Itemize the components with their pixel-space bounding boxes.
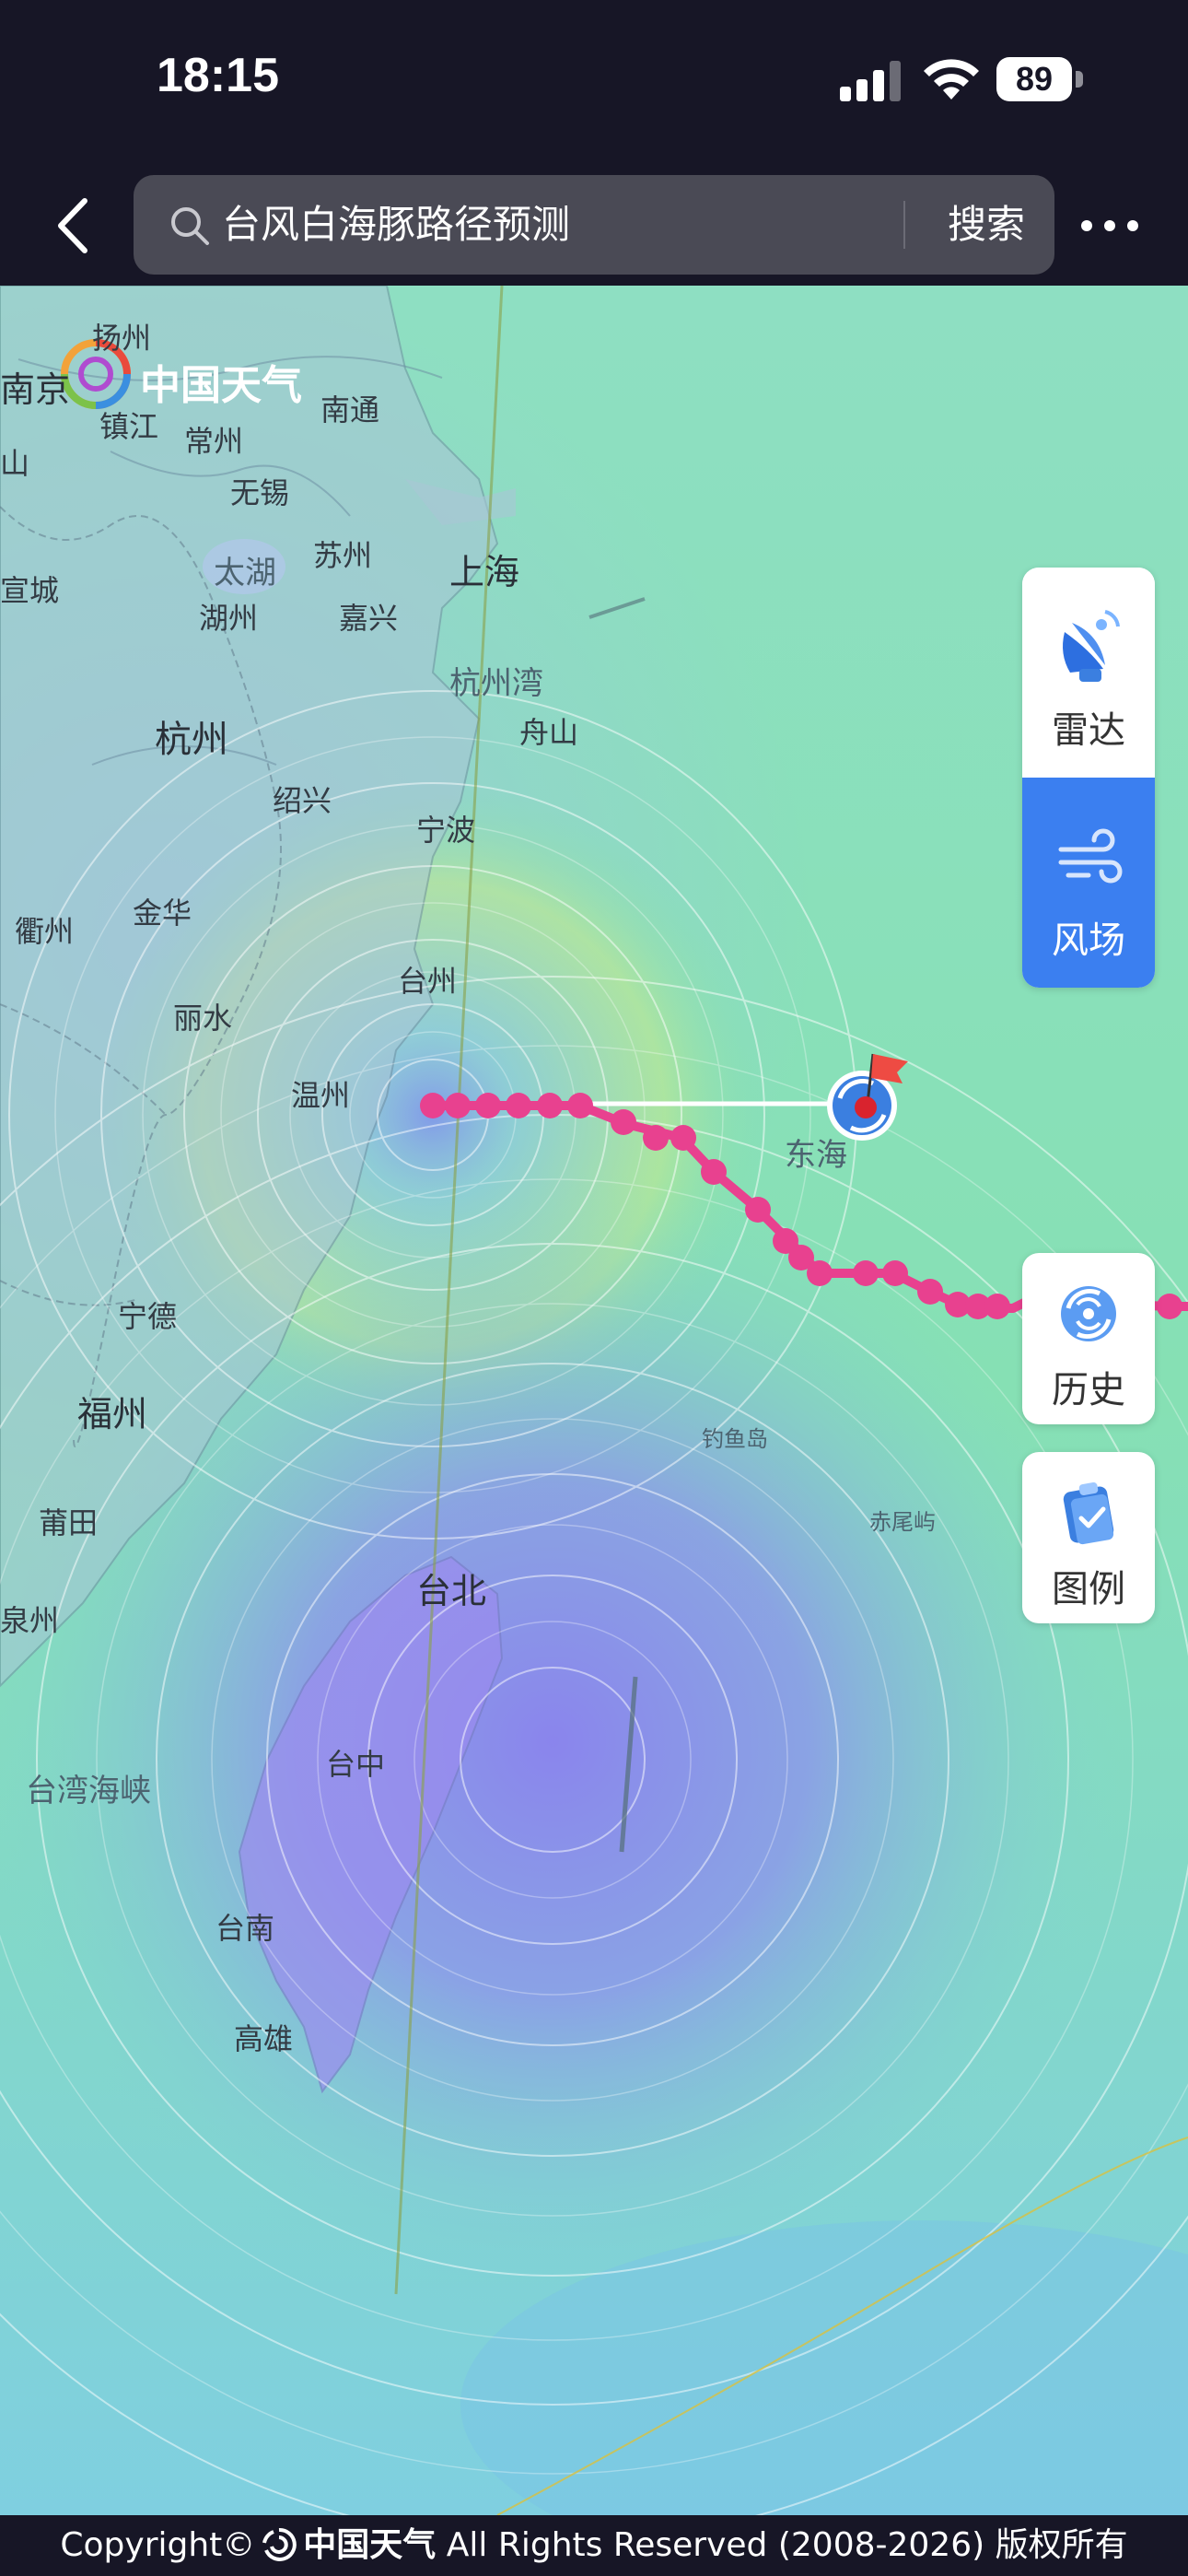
search-button[interactable]: 搜索 — [931, 197, 1042, 252]
city-label-yangzhou: 扬州 — [92, 321, 152, 356]
top-bar: 台风白海豚路径预测 搜索 — [0, 166, 1188, 286]
city-label-ningbo: 宁波 — [416, 813, 476, 848]
city-label-fuzhou: 福州 — [77, 1394, 148, 1434]
city-label-nanjing: 南京 — [0, 369, 71, 410]
city-label-ningde: 宁德 — [118, 1299, 178, 1334]
city-label-putian: 莆田 — [39, 1505, 99, 1540]
map-label-taihu: 太湖 — [214, 555, 276, 591]
city-label-taizhou: 台州 — [398, 964, 458, 999]
history-button[interactable]: 历史 — [1022, 1253, 1155, 1424]
china-weather-logo-text: 中国天气 — [140, 362, 302, 409]
status-time: 18:15 — [157, 49, 279, 102]
wind-layer-button[interactable]: 风场 — [1022, 778, 1155, 988]
city-label-changzhou: 常州 — [184, 424, 244, 459]
search-box[interactable]: 台风白海豚路径预测 搜索 — [134, 175, 1054, 275]
more-options-icon[interactable] — [1077, 212, 1142, 240]
copyright-prefix: Copyright© — [60, 2526, 256, 2564]
typhoon-track[interactable] — [0, 286, 1188, 2515]
wind-icon — [1058, 828, 1123, 884]
copyright-rights: All Rights Reserved (2008-2026) 版权所有 — [446, 2526, 1128, 2564]
search-icon — [171, 207, 209, 245]
radar-layer-button[interactable]: 雷达 — [1022, 568, 1155, 778]
city-label-quanzhou: 泉州 — [0, 1603, 60, 1638]
city-label-xuancheng: 宣城 — [0, 573, 60, 608]
typhoon-history-icon — [1061, 1286, 1116, 1341]
map-label-hangzhouwan: 杭州湾 — [449, 665, 543, 702]
wifi-icon — [924, 59, 979, 100]
city-label-lishui: 丽水 — [173, 1001, 233, 1036]
map-label-chiweiyu: 赤尾屿 — [869, 1509, 936, 1535]
city-label-jinhua: 金华 — [133, 896, 192, 931]
china-weather-mark-icon — [262, 2527, 297, 2561]
map-label-donghai: 东海 — [785, 1137, 847, 1174]
copyright-footer: Copyright© 中国天气 All Rights Reserved (200… — [0, 2515, 1188, 2576]
copyright-brand: 中国天气 — [303, 2526, 437, 2564]
battery-level: 89 — [1015, 60, 1054, 98]
city-label-wenzhou: 温州 — [291, 1078, 351, 1113]
city-label-quzhou: 衢州 — [15, 914, 75, 949]
cellular-signal-icon — [840, 61, 901, 101]
city-label-gaoxiong: 高雄 — [234, 2021, 294, 2056]
city-label-nantong: 南通 — [320, 392, 380, 427]
map-label-diaoyudao: 钓鱼岛 — [702, 1426, 768, 1452]
copyright-text: Copyright© 中国天气 All Rights Reserved (200… — [0, 2515, 1188, 2576]
city-label-taizhong: 台中 — [326, 1747, 386, 1782]
search-divider — [903, 201, 905, 249]
city-label-tainan: 台南 — [215, 1911, 275, 1946]
history-label: 历史 — [1052, 1369, 1125, 1411]
city-label-wuxi: 无锡 — [230, 475, 290, 510]
city-label-jiaxing: 嘉兴 — [339, 601, 399, 636]
city-label-hangzhou: 杭州 — [155, 719, 228, 761]
city-label-shanghai: 上海 — [449, 552, 520, 592]
battery-icon: 89 — [996, 57, 1085, 101]
map-label-mountain: 山 — [0, 446, 30, 481]
map-label-taiwan-strait: 台湾海峡 — [26, 1773, 151, 1809]
search-input[interactable]: 台风白海豚路径预测 — [222, 197, 922, 252]
city-label-taibei: 台北 — [416, 1571, 487, 1611]
wind-layer-label: 风场 — [1052, 919, 1125, 962]
app-screen: 18:15 89 台风白海豚路径预测 搜索 中国天气 扬州 南京 镇江 常州 南… — [0, 0, 1188, 2576]
legend-button[interactable]: 图例 — [1022, 1452, 1155, 1623]
radar-layer-label: 雷达 — [1052, 709, 1125, 752]
city-label-suzhou: 苏州 — [313, 538, 373, 573]
city-label-zhoushan: 舟山 — [519, 715, 579, 750]
legend-clipboard-icon — [1063, 1481, 1114, 1545]
radar-dish-icon — [1063, 610, 1120, 682]
city-label-huzhou: 湖州 — [199, 601, 259, 636]
back-button[interactable] — [46, 193, 101, 258]
city-label-zhenjiang: 镇江 — [99, 409, 159, 444]
city-label-shaoxing: 绍兴 — [273, 783, 332, 818]
legend-label: 图例 — [1052, 1568, 1125, 1610]
typhoon-map[interactable]: 中国天气 扬州 南京 镇江 常州 南通 无锡 山 苏州 太湖 上海 宣城 湖州 … — [0, 286, 1188, 2515]
status-bar: 18:15 89 — [0, 0, 1188, 166]
map-layer-panel: 雷达 风场 — [1022, 568, 1155, 988]
